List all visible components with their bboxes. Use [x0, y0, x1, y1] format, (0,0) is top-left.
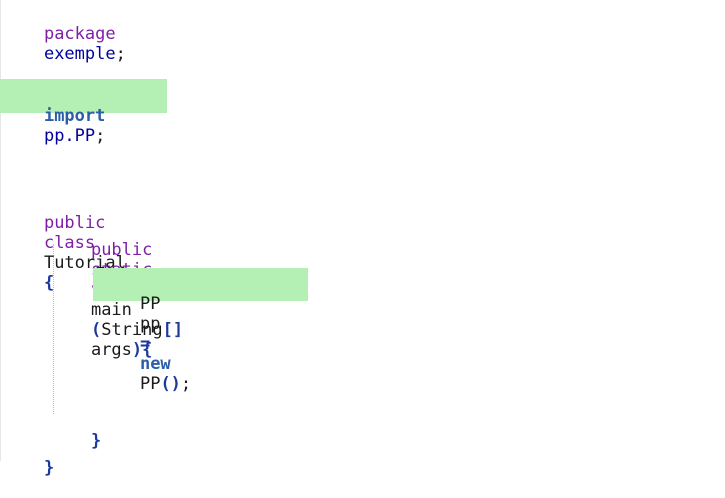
- statement-variable: pp: [139, 314, 161, 334]
- code-line-method-close[interactable]: }: [50, 411, 101, 451]
- semicolon: ;: [115, 44, 126, 64]
- brace-close: }: [90, 431, 102, 451]
- code-line-main[interactable]: public static void main (String[] args){: [50, 220, 183, 360]
- constructor-parens: (): [160, 374, 181, 394]
- keyword-new: new: [139, 354, 171, 374]
- keyword-public: public: [90, 240, 153, 260]
- semicolon: ;: [180, 374, 192, 394]
- keyword-import: import: [43, 106, 106, 126]
- assign-operator: =: [139, 334, 151, 354]
- code-line-class[interactable]: public class Tutorial {: [3, 193, 126, 293]
- package-name: exemple: [43, 44, 116, 64]
- editor-left-rule: [0, 0, 1, 461]
- brace-close: }: [43, 458, 55, 478]
- statement-type: PP: [139, 294, 161, 314]
- array-brackets: []: [162, 320, 184, 340]
- code-line-import[interactable]: import pp.PP;: [3, 86, 105, 146]
- code-line-class-close[interactable]: }: [3, 438, 54, 478]
- code-editor[interactable]: package exemple; import pp.PP; public cl…: [0, 0, 725, 478]
- code-line-package[interactable]: package exemple;: [3, 4, 126, 64]
- constructor-name: PP: [139, 374, 161, 394]
- import-name: pp.PP: [43, 126, 96, 146]
- semicolon: ;: [95, 126, 106, 146]
- code-line-statement[interactable]: PP pp = new PP();: [99, 274, 191, 394]
- keyword-package: package: [43, 24, 116, 44]
